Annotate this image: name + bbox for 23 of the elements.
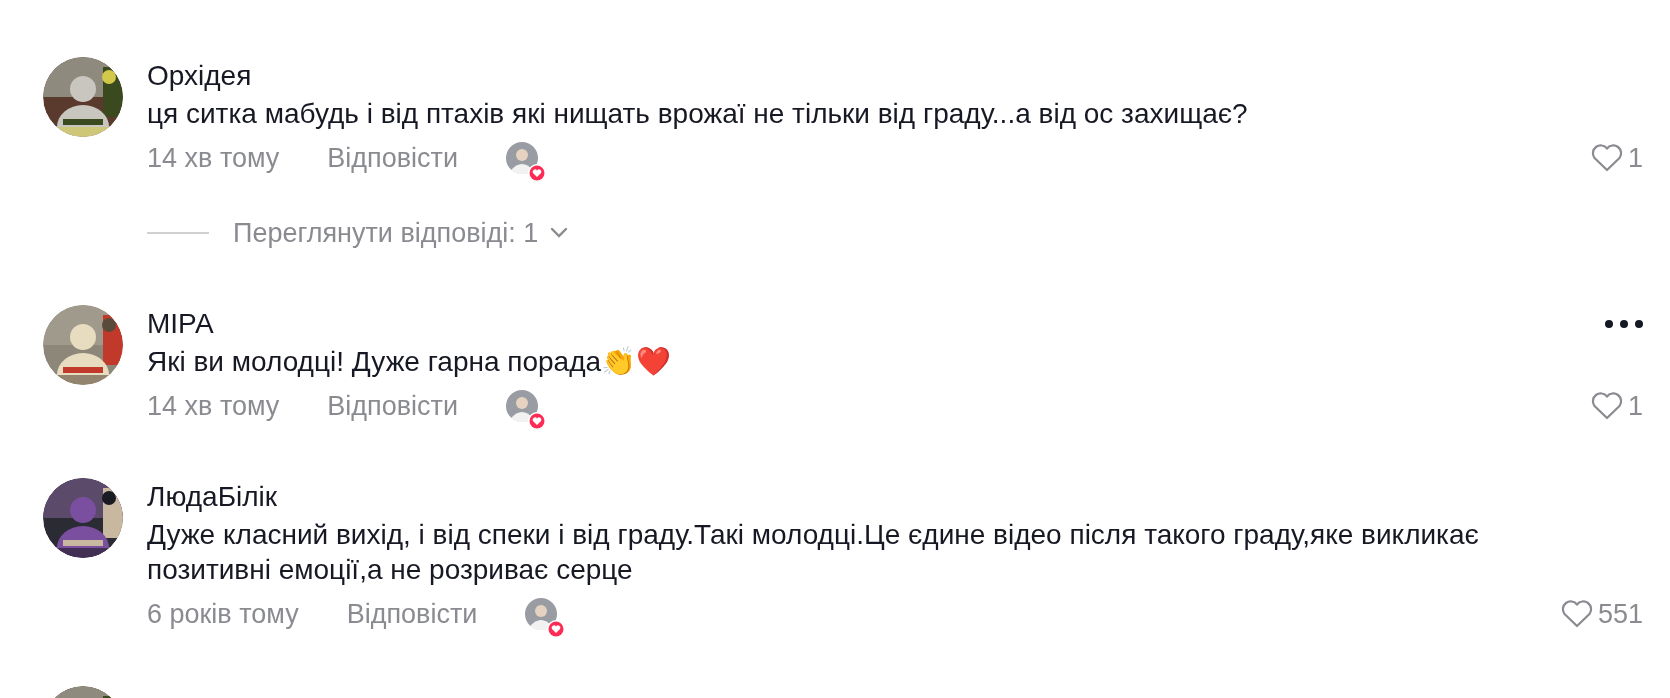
comment-text: Дуже класний вихід, і від спеки і від граду.Такі молодці.Це єдине відео після такого граду,яке викликає позитивні емоції,а не розриває серце: [147, 518, 1480, 587]
heart-outline-icon: [1589, 143, 1624, 173]
author-name: ЛюдаБілік: [147, 482, 278, 512]
heart-outline-icon: [1559, 599, 1594, 629]
view-replies-link[interactable]: Переглянути відповіді: 1: [233, 212, 569, 254]
reply-link[interactable]: Відповісти: [327, 137, 459, 179]
comment-time: 14 хв тому: [147, 389, 280, 423]
chevron-down-icon: [550, 227, 569, 239]
creator-avatar: [525, 598, 558, 630]
comment-text: ця ситка мабудь і від птахів які нищать врожаї не тільки від граду...а від ос захищає?: [147, 97, 1249, 131]
comment-text: Які ви молодці! Дуже гарна порада👏❤: [147, 345, 673, 379]
like-button[interactable]: 1: [1589, 137, 1643, 179]
comment-time: 14 хв тому: [147, 141, 280, 175]
reply-link[interactable]: Відповісти: [346, 593, 478, 635]
comment-time: 6 років тому: [147, 597, 299, 631]
reply-link[interactable]: Відповісти: [327, 385, 459, 427]
creator-avatar: [506, 142, 539, 174]
author-name: МІРА: [147, 309, 214, 339]
like-button[interactable]: 551: [1559, 593, 1643, 635]
heart-outline-icon: [1589, 391, 1624, 421]
author-name: Орхідея: [147, 61, 252, 91]
creator-avatar: [506, 390, 539, 422]
like-button[interactable]: 1: [1589, 385, 1643, 427]
